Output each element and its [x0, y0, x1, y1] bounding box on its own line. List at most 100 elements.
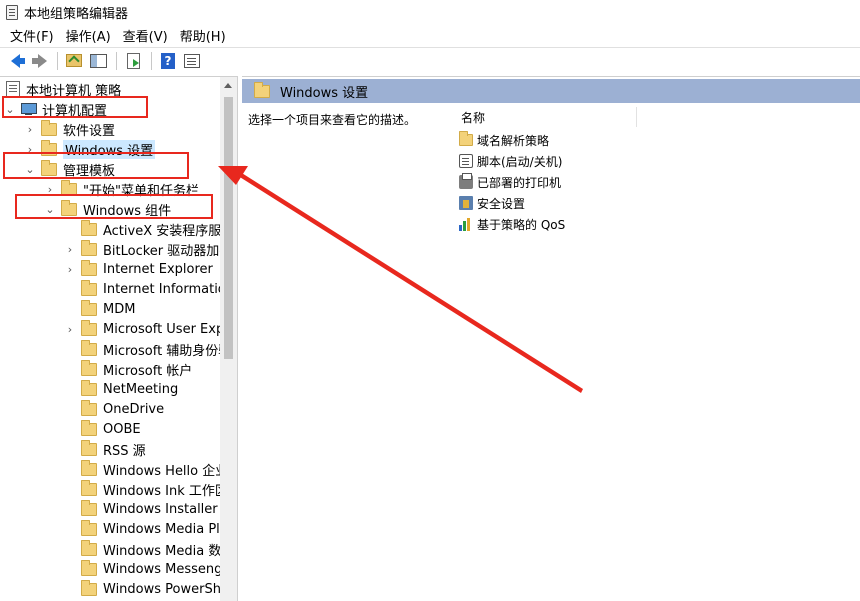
tree-item-start-menu[interactable]: › "开始"菜单和任务栏: [44, 179, 199, 199]
folder-icon: [254, 81, 270, 98]
tree-item-label: Internet Information: [103, 281, 235, 297]
tree-item-component[interactable]: MDM: [64, 299, 135, 319]
folder-icon: [81, 299, 97, 316]
forward-icon: [31, 53, 47, 68]
menu-bar: 文件(F) 操作(A) 查看(V) 帮助(H): [0, 24, 860, 46]
folder-icon: [41, 159, 57, 176]
folder-icon: [81, 519, 97, 536]
tree-item-component[interactable]: › BitLocker 驱动器加密: [64, 239, 232, 259]
list-item[interactable]: 脚本(启动/关机): [459, 151, 562, 171]
description-text: 选择一个项目来查看它的描述。: [248, 113, 417, 127]
up-one-level-button[interactable]: [63, 50, 85, 72]
folder-icon: [81, 319, 97, 336]
folder-icon: [81, 479, 97, 496]
chevron-placeholder: [64, 543, 76, 555]
chevron-placeholder: [64, 283, 76, 295]
chevron-placeholder: [64, 403, 76, 415]
tree-item-label: Windows Messenge: [103, 561, 231, 577]
tree-item-label: NetMeeting: [103, 381, 179, 397]
details-header-title: Windows 设置: [280, 85, 369, 101]
menu-file[interactable]: 文件(F): [4, 26, 60, 45]
chevron-down-icon[interactable]: ⌄: [4, 103, 16, 116]
tree-item-component[interactable]: Windows Ink 工作区: [64, 479, 228, 499]
security-icon: [459, 196, 473, 210]
tree-item-component[interactable]: › Microsoft User Expe: [64, 319, 232, 339]
folder-icon: [81, 339, 97, 356]
tree-item-label: OOBE: [103, 421, 141, 437]
tree-item-label: Windows PowerShel: [103, 581, 233, 597]
back-button[interactable]: [4, 50, 26, 72]
details-pane: Windows 设置 选择一个项目来查看它的描述。 名称 域名解析策略 脚本(启…: [242, 76, 860, 601]
chevron-right-icon[interactable]: ›: [24, 123, 36, 136]
export-list-button[interactable]: [122, 50, 144, 72]
tree-item-component[interactable]: Microsoft 帐户: [64, 359, 192, 379]
tree-item-admin-templates[interactable]: ⌄ 管理模板: [24, 159, 115, 179]
list-item[interactable]: 基于策略的 QoS: [459, 214, 565, 234]
tree-item-component[interactable]: Microsoft 辅助身份验: [64, 339, 231, 359]
toolbar-separator: [116, 51, 117, 70]
column-header-name[interactable]: 名称: [457, 107, 637, 127]
menu-action[interactable]: 操作(A): [60, 26, 117, 45]
list-item-label: 域名解析策略: [477, 133, 550, 148]
menu-help[interactable]: 帮助(H): [174, 26, 232, 45]
tree-item-component[interactable]: Windows PowerShel: [64, 579, 233, 599]
tree-item-label: RSS 源: [103, 443, 146, 459]
list-item[interactable]: 已部署的打印机: [459, 172, 561, 192]
chevron-placeholder: [64, 463, 76, 475]
tree-pane: 本地计算机 策略 ⌄ 计算机配置 › 软件设置 › Windows 设置 ⌄ 管…: [0, 76, 238, 601]
help-button[interactable]: ?: [157, 50, 179, 72]
tree-item-label: Microsoft 辅助身份验: [103, 343, 232, 359]
tree-item-component[interactable]: Internet Information: [64, 279, 234, 299]
folder-icon: [81, 439, 97, 456]
chevron-right-icon[interactable]: ›: [64, 263, 76, 276]
folder-icon: [41, 119, 57, 136]
folder-icon: [81, 239, 97, 256]
properties-button[interactable]: [181, 50, 203, 72]
up-folder-icon: [66, 54, 82, 67]
list-item[interactable]: 安全设置: [459, 193, 525, 213]
chevron-placeholder: [64, 443, 76, 455]
tree-scrollbar[interactable]: [220, 77, 237, 601]
scroll-up-icon[interactable]: [224, 83, 232, 88]
tree-item-component[interactable]: Windows Media Play: [64, 519, 235, 539]
tree-item-software-settings[interactable]: › 软件设置: [24, 119, 115, 139]
tree-item-component[interactable]: RSS 源: [64, 439, 146, 459]
tree-item-component[interactable]: Windows Installer: [64, 499, 218, 519]
chevron-placeholder: [64, 583, 76, 595]
menu-view[interactable]: 查看(V): [117, 26, 174, 45]
folder-icon: [81, 499, 97, 516]
tree-item-root[interactable]: 本地计算机 策略: [6, 79, 121, 99]
tree-item-computer-config[interactable]: ⌄ 计算机配置: [4, 99, 107, 119]
tree-item-component[interactable]: OneDrive: [64, 399, 164, 419]
tree-item-component[interactable]: OOBE: [64, 419, 141, 439]
policy-document-icon: [6, 81, 20, 97]
tree-item-label: Microsoft User Expe: [103, 321, 233, 337]
help-icon: ?: [161, 52, 175, 69]
tree-item-component[interactable]: Windows Messenge: [64, 559, 230, 579]
toolbar-separator: [57, 51, 58, 70]
list-item[interactable]: 域名解析策略: [459, 130, 549, 150]
folder-icon: [81, 219, 97, 236]
tree-item-component[interactable]: Windows Hello 企业: [64, 459, 228, 479]
tree-item-component[interactable]: › Internet Explorer: [64, 259, 213, 279]
show-hide-tree-button[interactable]: [87, 50, 109, 72]
chevron-right-icon[interactable]: ›: [64, 243, 76, 256]
tree-item-windows-components[interactable]: ⌄ Windows 组件: [44, 199, 171, 219]
scrollbar-thumb[interactable]: [224, 97, 233, 359]
toolbar: ?: [0, 47, 860, 73]
tree-item-component[interactable]: ActiveX 安装程序服务: [64, 219, 234, 239]
tree-item-label: Windows Media 数字: [103, 543, 235, 559]
list-item-label: 已部署的打印机: [477, 175, 562, 190]
folder-icon: [61, 179, 77, 196]
chevron-right-icon[interactable]: ›: [24, 143, 36, 156]
tree-item-label: Windows 组件: [83, 203, 172, 219]
chevron-down-icon[interactable]: ⌄: [44, 203, 56, 216]
chevron-down-icon[interactable]: ⌄: [24, 163, 36, 176]
tree-item-component[interactable]: NetMeeting: [64, 379, 178, 399]
forward-button[interactable]: [28, 50, 50, 72]
chevron-right-icon[interactable]: ›: [44, 183, 56, 196]
tree-item-component[interactable]: Windows Media 数字: [64, 539, 234, 559]
chevron-placeholder: [64, 503, 76, 515]
chevron-right-icon[interactable]: ›: [64, 323, 76, 336]
tree-item-windows-settings[interactable]: › Windows 设置: [24, 139, 156, 159]
